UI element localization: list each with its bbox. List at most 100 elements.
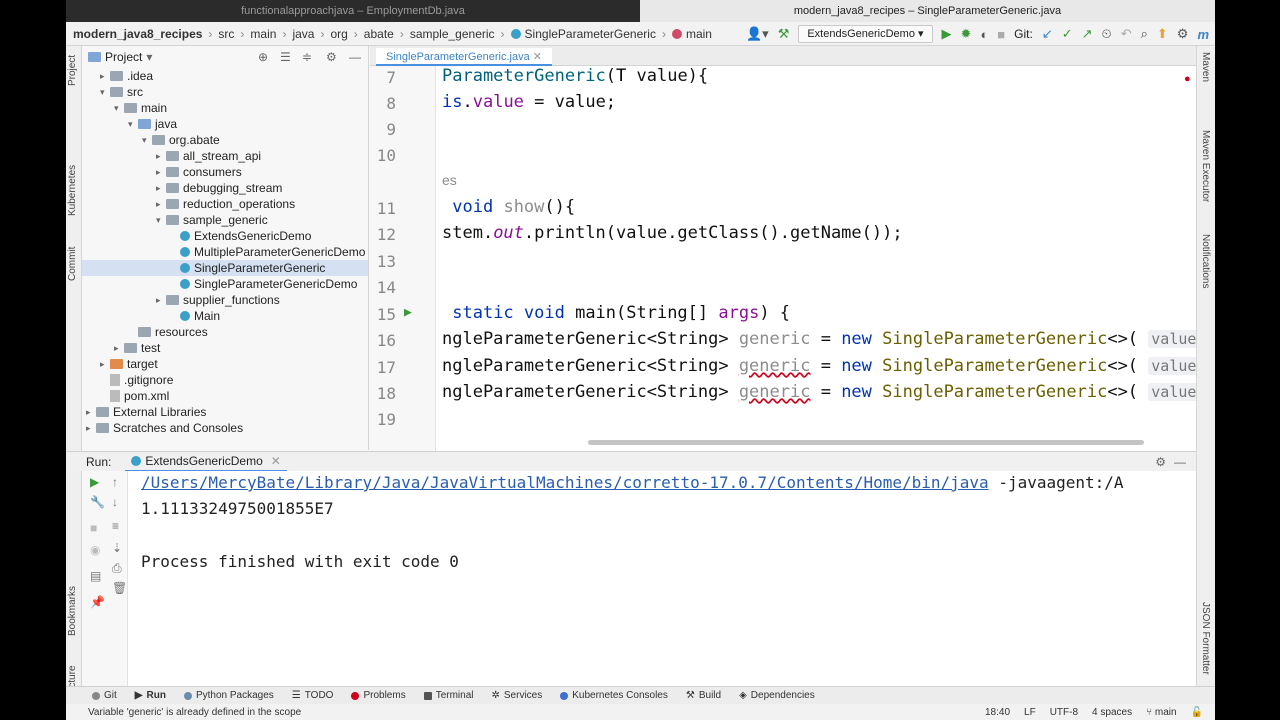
indent-setting[interactable]: 4 spaces [1092,707,1132,718]
strip-bookmarks[interactable]: Bookmarks [67,586,78,636]
chevron-down-icon[interactable]: ▾ [156,212,166,228]
hide-icon[interactable]: — [349,50,361,64]
tree-item[interactable]: ▸ Scratches and Consoles [82,420,243,436]
tree-item[interactable]: ▸ test [82,340,160,356]
strip-notifications[interactable]: Notifications [1200,234,1211,288]
window-tab-singleparametergeneric[interactable]: modern_java8_recipes – SingleParameterGe… [640,0,1215,22]
line-separator[interactable]: LF [1024,707,1036,718]
strip-maven[interactable]: Maven [1200,52,1211,82]
chevron-right-icon[interactable]: ▸ [100,356,110,372]
tree-item[interactable]: ▸ debugging_stream [82,180,282,196]
breadcrumb-org[interactable]: org [330,27,347,41]
breadcrumb-main[interactable]: main [250,27,276,41]
tree-item[interactable]: ▸ all_stream_api [82,148,261,164]
tool-problems[interactable]: Problems [351,690,406,701]
breadcrumb-abate[interactable]: abate [364,27,394,41]
user-icon[interactable]: 👤▾ [746,26,769,42]
strip-json-formatter[interactable]: JSON Formatter [1200,602,1211,675]
tree-item[interactable]: SingleParameterGeneric [82,260,368,276]
chevron-right-icon[interactable]: ▸ [156,196,166,212]
file-encoding[interactable]: UTF-8 [1050,707,1078,718]
strip-project[interactable]: Project [67,55,78,86]
caret-position[interactable]: 18:40 [985,707,1010,718]
editor-horizontal-scrollbar[interactable] [588,440,1144,445]
tool-build[interactable]: ⚒ Build [686,690,721,701]
rerun-icon[interactable]: ▶ [90,475,99,489]
chevron-down-icon[interactable]: ▾ [128,116,138,132]
chevron-down-icon[interactable]: ▾ [100,84,110,100]
run-gutter-icon[interactable]: ▶ [404,305,412,320]
tree-item[interactable]: ▸ target [82,356,158,372]
tree-item[interactable]: Main [82,308,220,324]
tree-item[interactable]: MultipleParameterGenericDemo [82,244,365,260]
search-icon[interactable]: ⌕ [1141,26,1148,42]
debug-icon[interactable]: ✹ [961,26,972,42]
tool-dependencies[interactable]: ◈ Dependencies [739,690,815,701]
tree-item[interactable]: SingleParameterGenericDemo [82,276,357,292]
run-icon[interactable]: ▶ [942,26,952,42]
stop-icon[interactable]: ■ [997,27,1005,42]
git-commit-icon[interactable]: ✓ [1062,26,1073,42]
chevron-right-icon[interactable]: ▸ [156,148,166,164]
strip-commit[interactable]: Commit [67,247,78,281]
history-icon[interactable]: ⏲ [1102,26,1112,42]
coverage-icon[interactable]: ◐ [980,27,988,42]
tool-kubernetes-consoles[interactable]: Kubernetes Consoles [560,690,668,701]
tree-item[interactable]: ▸ supplier_functions [82,292,280,308]
print-icon[interactable]: ⎙ [112,561,122,576]
editor-tab-singleparametergeneric[interactable]: SingleParameterGeneric.java ✕ [376,48,552,66]
chevron-down-icon[interactable]: ▾ [142,132,152,148]
tree-item[interactable]: ▸ reduction_operations [82,196,295,212]
tree-item[interactable]: ExtendsGenericDemo [82,228,311,244]
window-tab-employmentdb[interactable]: functionalapproachjava – EmploymentDb.ja… [66,0,640,22]
tree-item[interactable]: .gitignore [82,372,173,388]
tool-todo[interactable]: ☰ TODO [292,690,334,701]
tree-item[interactable]: resources [82,324,208,340]
close-icon[interactable]: ✕ [533,51,542,63]
chevron-right-icon[interactable]: ▸ [156,164,166,180]
wrench-icon[interactable]: 🔧 [90,495,105,509]
rollback-icon[interactable]: ↶ [1121,26,1132,42]
lock-icon[interactable]: 🔓 [1191,707,1203,718]
soft-wrap-icon[interactable]: ≡ [112,519,119,533]
git-update-icon[interactable]: ↙ [1042,26,1053,42]
layout-icon[interactable]: ▤ [90,569,101,583]
chevron-down-icon[interactable]: ▾ [114,100,124,116]
locate-icon[interactable]: ⊕ [258,50,268,64]
chevron-right-icon[interactable]: ▸ [156,292,166,308]
java-path-link[interactable]: /Users/MercyBate/Library/Java/JavaVirtua… [141,473,989,492]
breadcrumb-class[interactable]: SingleParameterGeneric [510,27,656,41]
tree-item[interactable]: pom.xml [82,388,169,404]
breadcrumb-src[interactable]: src [218,27,234,41]
strip-kubernetes[interactable]: Kubernetes [67,165,78,216]
tool-git[interactable]: Git [92,690,117,701]
chevron-right-icon[interactable]: ▸ [86,404,96,420]
tree-item[interactable]: ▸ .idea [82,68,153,84]
stop-icon[interactable]: ■ [90,521,97,535]
tree-item[interactable]: ▸ External Libraries [82,404,206,420]
tool-terminal[interactable]: Terminal [423,690,474,701]
breadcrumb-sample-generic[interactable]: sample_generic [410,27,495,41]
tree-item[interactable]: ▾ main [82,100,167,116]
tool-run[interactable]: ▶ Run [135,690,166,701]
minimize-icon[interactable]: — [1174,455,1186,469]
collapse-all-icon[interactable]: ☰ [280,50,291,64]
settings-icon[interactable]: ⚙ [1177,26,1189,42]
down-icon[interactable]: ↓ [112,495,118,509]
options-icon[interactable]: ⚙ [326,50,337,64]
breadcrumb-method[interactable]: main [671,27,712,41]
build-hammer-icon[interactable]: ⚒ [778,26,790,42]
breadcrumb-java[interactable]: java [292,27,314,41]
tree-item[interactable]: ▸ consumers [82,164,242,180]
tool-services[interactable]: ✲ Services [492,690,543,701]
tree-item[interactable]: ▾ java [82,116,177,132]
scroll-end-icon[interactable]: ⇣ [112,541,122,555]
tree-item[interactable]: ▾ sample_generic [82,212,268,228]
breadcrumb-project[interactable]: modern_java8_recipes [73,27,202,41]
git-push-icon[interactable]: ↗ [1082,26,1093,42]
tree-item[interactable]: ▾ src [82,84,143,100]
chevron-right-icon[interactable]: ▸ [114,340,124,356]
project-panel-title[interactable]: Project [105,50,142,64]
strip-maven-executor[interactable]: Maven Executor [1200,130,1211,202]
settings-icon[interactable]: ⚙ [1155,455,1166,469]
